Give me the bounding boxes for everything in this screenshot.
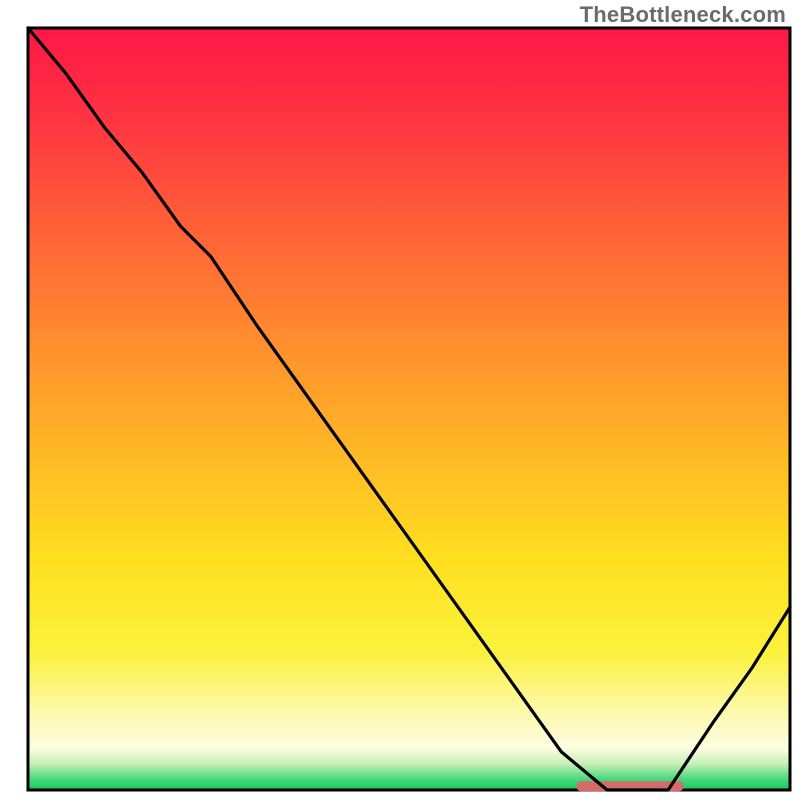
bottleneck-chart xyxy=(0,0,800,800)
chart-stage: TheBottleneck.com xyxy=(0,0,800,800)
heat-background xyxy=(28,28,790,790)
